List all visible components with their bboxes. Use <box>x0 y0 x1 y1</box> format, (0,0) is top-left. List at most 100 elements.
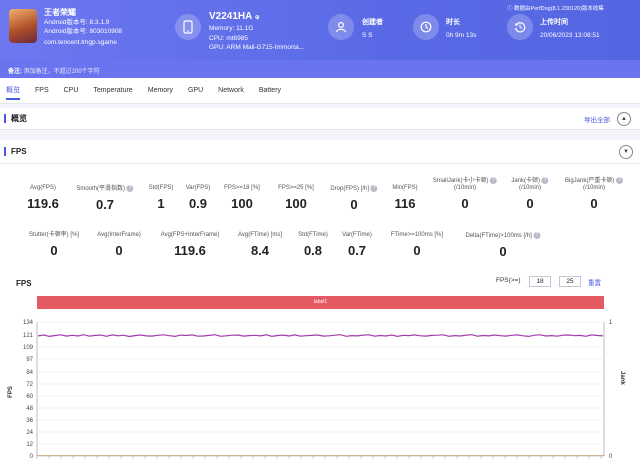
stat-label: Stutter(卡顿率) [%] <box>28 232 80 238</box>
chart-grid: 0 12 24 36 48 60 72 84 97 109 121 134 0 1 <box>23 320 613 460</box>
threshold-input-1[interactable]: 18 <box>529 276 551 287</box>
package-name: com.tencent.tmgp.sgame <box>44 39 117 46</box>
stat-std-fps: Std(FPS) 1 <box>149 185 174 211</box>
stat-label: Std(FPS) <box>148 185 174 191</box>
y-tick-label: 24 <box>26 430 33 436</box>
tab-battery[interactable]: Battery <box>259 84 281 97</box>
stat-label: Avg(FPS) <box>30 185 56 191</box>
help-icon[interactable]: ? <box>370 185 378 192</box>
stat-avg-interframe: Avg(InterFrame) 0 <box>97 232 141 258</box>
stat-value: 0 <box>526 196 534 212</box>
duration-label: 时长 <box>446 19 460 26</box>
fps-section-title: FPS <box>4 147 27 156</box>
stat-std-ftime: Std(FTime) 0.8 <box>298 232 328 258</box>
stat-fps-18: FPS>=18 [%] 100 <box>224 185 260 211</box>
tab-network[interactable]: Network <box>218 84 244 97</box>
threshold-input-2[interactable]: 25 <box>559 276 581 287</box>
help-icon[interactable]: ? <box>533 232 541 239</box>
stat-label: Avg(FPS+InterFrame) <box>160 232 220 238</box>
threshold-label: FPS(>=) <box>496 277 521 284</box>
y-tick-label: 134 <box>23 320 34 326</box>
stat-avg-fps-interframe: Avg(FPS+InterFrame) 119.6 <box>161 232 220 258</box>
stat-label: Avg(FTime) [ms] <box>237 232 283 238</box>
stat-value: 8.4 <box>250 243 270 258</box>
stat-label: Std(FTime) <box>298 232 328 238</box>
stat-delta-ftime: Delta(FTime)>100ms [/h] ? 0 <box>466 232 541 259</box>
info-icon: ⓘ <box>507 6 513 12</box>
stat-jank: Jank(卡顿) ? (/10min) 0 <box>511 177 549 212</box>
stat-label: FTime>=100ms [%] <box>390 232 444 238</box>
device-memory: Memory: 11.1G <box>209 25 254 32</box>
stat-value: 0 <box>499 244 507 260</box>
y-tick-label: 36 <box>26 418 33 424</box>
stat-ftime-100: FTime>=100ms [%] 0 <box>391 232 443 258</box>
stat-value: 119.6 <box>27 196 59 211</box>
stat-label-unit: (/10min) <box>582 185 606 192</box>
tab-memory[interactable]: Memory <box>148 84 173 97</box>
device-info: V2241HA ⊕ Memory: 11.1G CPU: mt6985 GPU:… <box>209 11 304 53</box>
stat-value: 116 <box>394 196 416 211</box>
overview-collapse-button[interactable]: ▲ <box>617 112 631 126</box>
y-tick-label: 60 <box>26 394 33 400</box>
reset-button[interactable]: 重置 <box>588 277 601 287</box>
app-icon <box>9 9 37 43</box>
y-tick-label: 72 <box>26 382 33 388</box>
tab-gpu[interactable]: GPU <box>188 84 203 97</box>
help-icon[interactable]: ? <box>541 177 549 184</box>
creator-label: 创建者 <box>362 19 383 26</box>
y-tick-label: 97 <box>26 357 33 363</box>
stat-label-unit: (/10min) <box>453 185 477 192</box>
device-cpu: CPU: mt6985 <box>209 34 249 42</box>
tab-cpu[interactable]: CPU <box>64 84 79 97</box>
history-icon <box>507 14 533 40</box>
user-icon <box>328 14 354 40</box>
tab-temperature[interactable]: Temperature <box>93 84 132 97</box>
stat-label: Smooth(平滑指数) <box>76 186 126 193</box>
stat-stutter: Stutter(卡顿率) [%] 0 <box>29 232 79 258</box>
stat-label: Delta(FTime)>100ms [/h] <box>465 233 532 240</box>
data-source-text: 数据由PerfDog(8.1.230120)版本收集 <box>514 6 604 12</box>
duration-value: 0h 9m 13s <box>446 31 477 39</box>
stat-avg-fps: Avg(FPS) 119.6 <box>27 185 59 211</box>
export-all-link[interactable]: 导出全部 <box>584 114 610 124</box>
report-header: 王者荣耀 Android版本号: 8.3.1.9 Android版本号: 803… <box>0 0 640 60</box>
y-axis-label: FPS <box>8 386 14 398</box>
remark-bar[interactable]: 备注: 添加备注，不超过200个字符 <box>0 60 640 78</box>
stat-small-jank: SmallJank(卡小卡顿) ? (/10min) 0 <box>433 177 498 212</box>
stat-label: Var(FPS) <box>185 185 211 191</box>
y2-tick-label: 1 <box>609 320 613 326</box>
stat-value: 0 <box>461 196 469 212</box>
y-tick-label: 109 <box>23 345 34 351</box>
tab-overview[interactable]: 概览 <box>6 82 20 100</box>
remark-input[interactable]: 添加备注，不超过200个字符 <box>24 69 100 75</box>
label-bar[interactable]: label1 <box>37 296 604 309</box>
stat-value: 0.7 <box>347 243 367 258</box>
y2-tick-label: 0 <box>609 454 613 460</box>
device-info-icon[interactable]: ⊕ <box>255 15 260 21</box>
help-icon[interactable]: ? <box>616 177 624 184</box>
stat-label-unit: (/10min) <box>518 185 541 192</box>
help-icon[interactable]: ? <box>126 185 134 192</box>
y-tick-label: 12 <box>26 442 33 448</box>
upload-value: 20/06/2023 13:08:51 <box>540 31 600 39</box>
device-model: V2241HA <box>209 11 252 22</box>
stat-value: 0 <box>590 196 598 212</box>
tab-fps[interactable]: FPS <box>35 84 49 97</box>
upload-block: 上传时间 20/06/2023 13:08:51 <box>540 18 600 40</box>
stat-value: 0.9 <box>188 196 208 211</box>
stat-smooth: Smooth(平滑指数) ? 0.7 <box>76 185 134 212</box>
data-source-note: ⓘ 数据由PerfDog(8.1.230120)版本收集 <box>507 4 604 12</box>
fps-line-chart[interactable]: FPS Jank 0 12 24 36 48 60 72 84 97 109 121 134 0 1 <box>0 310 640 462</box>
fps-panel: FPS ▼ Avg(FPS) 119.6 Smooth(平滑指数) ? 0.7 … <box>0 140 640 462</box>
fps-collapse-button[interactable]: ▼ <box>619 145 633 159</box>
overview-title: 概览 <box>4 114 27 123</box>
help-icon[interactable]: ? <box>490 177 498 184</box>
overview-section: 概览 导出全部 ▲ <box>0 108 640 130</box>
duration-block: 时长 0h 9m 13s <box>446 18 476 40</box>
remark-label: 备注: <box>8 69 22 75</box>
y-tick-label: 0 <box>30 454 34 460</box>
app-name: 王者荣耀 <box>44 8 76 17</box>
stat-value: 0 <box>413 243 421 258</box>
creator-value: S S <box>362 31 373 39</box>
device-gpu: GPU: ARM Mali-G715-Immorta... <box>209 44 304 51</box>
